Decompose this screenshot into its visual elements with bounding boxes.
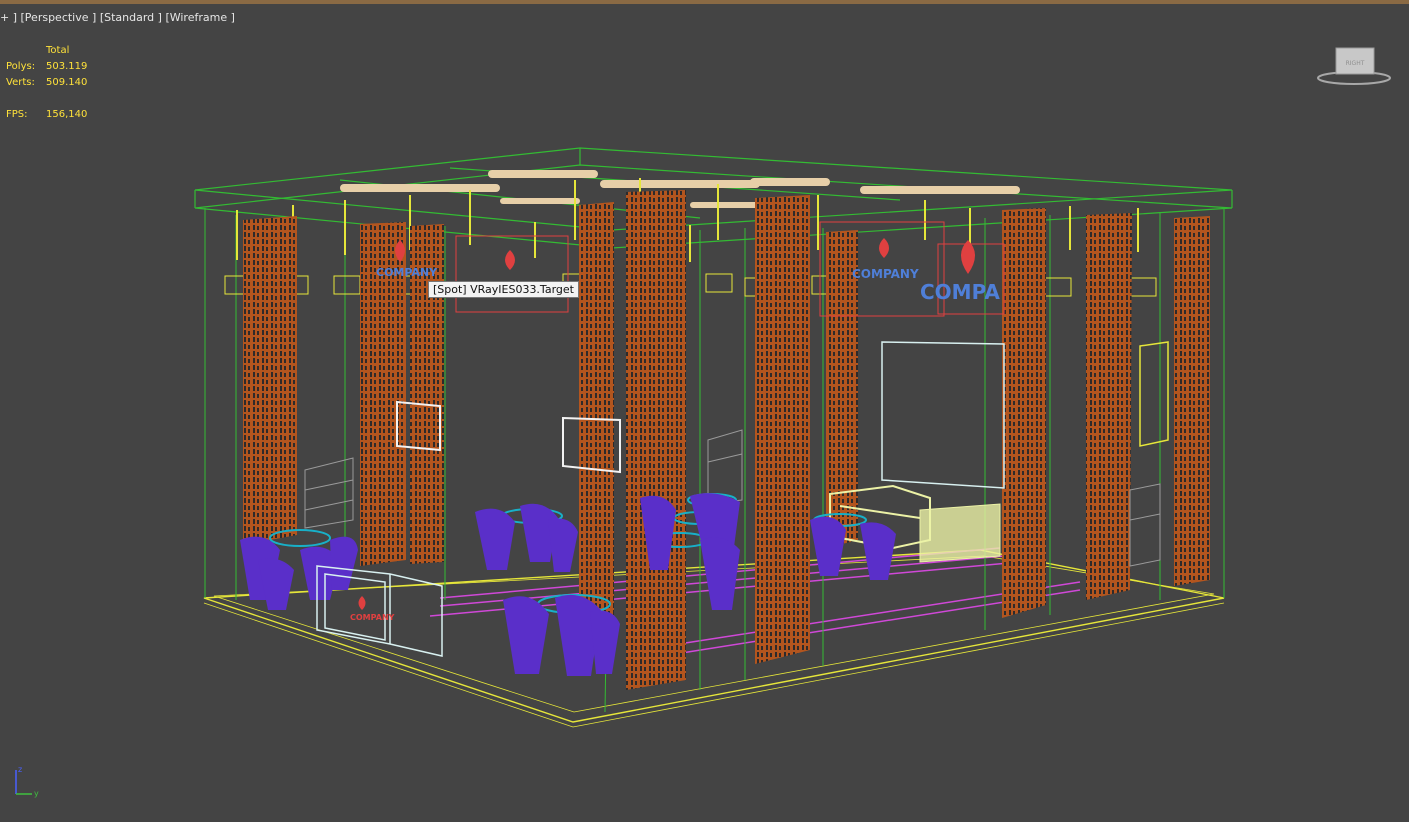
viewcube-icon: RIGHT (1317, 47, 1391, 85)
sign-text-counter: COMPANY (350, 613, 395, 622)
display-screen[interactable] (881, 341, 1005, 489)
viewcube-face-label: RIGHT (1346, 60, 1365, 67)
sign-text-company-2: COMPANY (852, 267, 919, 281)
sign-text-company-3: COMPA (920, 280, 1000, 304)
viewcube[interactable]: RIGHT (1316, 44, 1392, 86)
axis-z-label: z (18, 765, 22, 774)
object-name-tooltip: [Spot] VRayIES033.Target (428, 281, 579, 298)
wall-frame-right[interactable] (1139, 341, 1169, 447)
axis-y-label: y (34, 789, 39, 798)
roof-frame[interactable] (194, 147, 1233, 249)
wireframe-scene[interactable]: COMPANY COMPANY COMPA COMPANY (0, 0, 1409, 822)
axis-tripod-icon: z y (15, 765, 39, 798)
3d-viewport[interactable]: + ] [Perspective ] [Standard ] [Wirefram… (0, 0, 1409, 822)
axis-tripod: z y (10, 762, 46, 800)
sign-text-company-1: COMPANY (376, 266, 438, 279)
